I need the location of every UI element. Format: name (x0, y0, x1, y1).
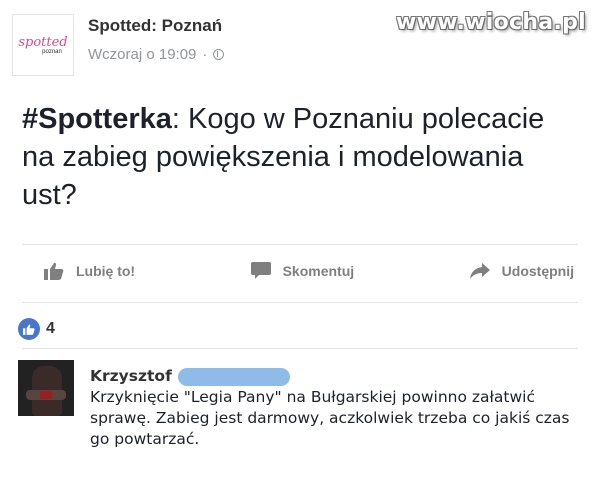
page-avatar[interactable]: spotted poznan (12, 14, 74, 76)
post-text: #Spotterka: Kogo w Poznaniu polecacie na… (22, 100, 582, 214)
avatar-band (40, 391, 52, 399)
commenter-name[interactable]: Krzysztof (90, 366, 172, 387)
page-name-link[interactable]: Spotted: Poznań (88, 16, 224, 36)
like-label: Lubię to! (76, 263, 136, 279)
comment-button[interactable]: Skomentuj (250, 262, 355, 280)
post-meta: Wczoraj o 19:09 · (88, 46, 225, 63)
comment-item: Krzysztof Krzyknięcie "Legia Pany" na Bu… (18, 360, 580, 450)
share-arrow-icon (469, 263, 490, 279)
page-logo-text: spotted (18, 34, 68, 50)
thumbs-up-icon (44, 262, 64, 280)
divider-bottom (22, 302, 578, 303)
divider-top (22, 244, 578, 245)
share-button[interactable]: Udostępnij (469, 263, 574, 279)
comment-body: Krzysztof Krzyknięcie "Legia Pany" na Bu… (90, 366, 580, 450)
like-button[interactable]: Lubię to! (44, 262, 135, 280)
comment-label: Skomentuj (282, 263, 355, 279)
globe-icon (213, 49, 225, 60)
comment-text: Krzyknięcie "Legia Pany" na Bułgarskiej … (90, 388, 570, 448)
post-hashtag[interactable]: #Spotterka (22, 103, 172, 135)
watermark: www.wiocha.pl (396, 10, 586, 35)
reaction-count: 4 (46, 320, 55, 337)
header-text: Spotted: Poznań Wczoraj o 19:09 · (88, 14, 225, 63)
facebook-post-card: www.wiocha.pl spotted poznan Spotted: Po… (0, 0, 600, 482)
thumbs-up-icon (23, 324, 35, 335)
commenter-row: Krzysztof (90, 366, 580, 387)
commenter-avatar[interactable] (18, 360, 74, 416)
post-header: spotted poznan Spotted: Poznań Wczoraj o… (12, 14, 225, 76)
meta-separator: · (202, 46, 208, 63)
reactions-summary[interactable]: 4 (18, 318, 55, 340)
post-timestamp[interactable]: Wczoraj o 19:09 (88, 46, 196, 63)
divider-comments (22, 348, 578, 349)
post-actions-bar: Lubię to! Skomentuj Udostępnij (44, 262, 574, 280)
share-label: Udostępnij (501, 263, 574, 279)
page-logo-subtext: poznan (42, 48, 62, 55)
name-redaction (177, 367, 290, 386)
like-reaction-badge (18, 318, 40, 340)
comment-bubble-icon (250, 262, 271, 279)
